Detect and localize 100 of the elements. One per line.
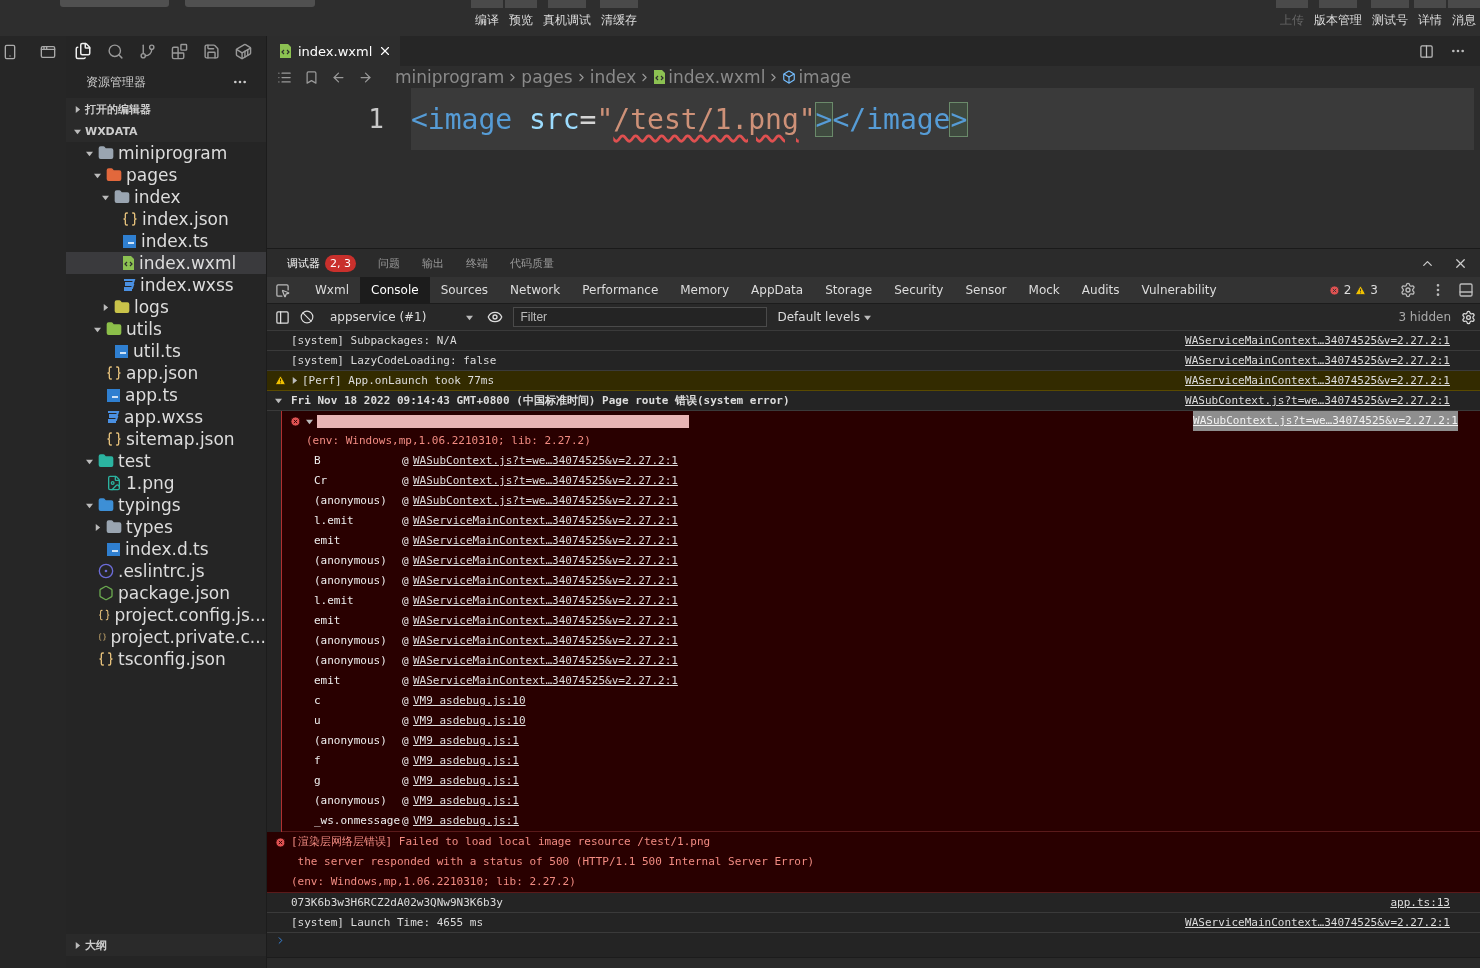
panel-tab[interactable]: 终端 (466, 255, 488, 271)
context-select[interactable]: appservice (#1) (324, 310, 478, 324)
files-icon[interactable] (74, 42, 92, 60)
expand-arrow-icon[interactable] (102, 193, 109, 201)
source-link[interactable]: WAServiceMainContext…34074525&v=2.27.2:1 (1185, 913, 1450, 932)
source-link[interactable]: WAServiceMainContext…34074525&v=2.27.2:1 (413, 611, 678, 631)
breadcrumb-item[interactable]: miniprogram (395, 67, 505, 87)
expand-arrow-icon[interactable] (94, 523, 101, 531)
source-link[interactable]: VM9 asdebug.js:1 (413, 811, 519, 831)
toolbar-button[interactable]: 预览 (505, 0, 537, 29)
breadcrumb-item[interactable]: pages (521, 67, 573, 87)
devtools-tab[interactable]: Audits (1070, 277, 1131, 303)
forward-icon[interactable] (358, 69, 373, 85)
panel-tab[interactable]: 调试器 2, 3 (287, 254, 356, 272)
expand-arrow-icon[interactable] (94, 325, 101, 333)
devtools-tab[interactable]: Performance (571, 277, 670, 303)
source-link[interactable]: WAServiceMainContext…34074525&v=2.27.2:1 (413, 551, 678, 571)
source-link[interactable]: VM9 asdebug.js:10 (413, 691, 526, 711)
sidebar-toggle-icon[interactable] (275, 309, 290, 325)
devtools-tab[interactable]: Console (360, 277, 430, 303)
container-icon[interactable] (235, 42, 252, 60)
file-item[interactable]: package.json (66, 582, 266, 604)
inspect-icon[interactable] (275, 282, 290, 298)
window-icon[interactable] (40, 44, 56, 60)
devtools-tab[interactable]: Wxml (304, 277, 360, 303)
folder-item[interactable]: miniprogram (66, 142, 266, 164)
panel-tab[interactable]: 问题 (378, 255, 400, 271)
devtools-tab[interactable]: Mock (1017, 277, 1071, 303)
clear-icon[interactable] (300, 310, 314, 324)
filter-field[interactable]: Filter (513, 307, 768, 327)
folder-item[interactable]: logs (66, 296, 266, 318)
caret-icon[interactable] (74, 105, 81, 113)
source-link[interactable]: VM9 asdebug.js:1 (413, 731, 519, 751)
devtools-tab[interactable]: Network (499, 277, 572, 303)
source-link[interactable]: WASubContext.js?t=we…34074525&v=2.27.2:1 (413, 491, 678, 511)
section-header[interactable]: 大纲 (66, 934, 266, 956)
toolbar-button[interactable]: 编译 (471, 0, 503, 29)
file-item[interactable]: tsconfig.json (66, 648, 266, 670)
devtools-tab[interactable]: Security (883, 277, 955, 303)
source-link[interactable]: VM9 asdebug.js:10 (413, 711, 526, 731)
caret-icon[interactable] (466, 313, 474, 321)
expand-arrow-icon[interactable] (102, 303, 109, 311)
breadcrumb-item[interactable]: index.wxml (668, 67, 766, 87)
source-link[interactable]: WAServiceMainContext…34074525&v=2.27.2:1 (413, 511, 678, 531)
toolbar-button[interactable]: 详情 (1414, 0, 1446, 29)
file-item[interactable]: index.wxss (66, 274, 266, 296)
breadcrumb-item[interactable]: image (798, 67, 852, 87)
section-header[interactable]: WXDATA (66, 120, 266, 142)
source-link[interactable]: WAServiceMainContext…34074525&v=2.27.2:1 (413, 671, 678, 691)
source-link[interactable]: WAServiceMainContext…34074525&v=2.27.2:1 (413, 591, 678, 611)
file-item[interactable]: index.ts (66, 230, 266, 252)
source-link[interactable]: WAServiceMainContext…34074525&v=2.27.2:1 (413, 651, 678, 671)
expand-arrow-icon[interactable] (291, 377, 298, 384)
toolbar-button[interactable]: 测试号 (1368, 0, 1412, 29)
file-item[interactable]: app.ts (66, 384, 266, 406)
breadcrumb-item[interactable]: index (589, 67, 637, 87)
file-item[interactable]: .eslintrc.js (66, 560, 266, 582)
folder-item[interactable]: pages (66, 164, 266, 186)
folder-item[interactable]: index (66, 186, 266, 208)
source-link[interactable]: WASubContext.js?t=we…34074525&v=2.27.2:1 (413, 471, 678, 491)
list-icon[interactable] (277, 69, 292, 85)
editor-tab[interactable]: index.wxml (267, 36, 401, 66)
expand-arrow-icon[interactable] (86, 501, 93, 509)
expand-arrow-icon[interactable] (86, 149, 93, 157)
source-link[interactable]: WAServiceMainContext…34074525&v=2.27.2:1 (413, 571, 678, 591)
panel-tab[interactable]: 输出 (422, 255, 444, 271)
source-link[interactable]: WAServiceMainContext…34074525&v=2.27.2:1 (1185, 371, 1450, 390)
source-link[interactable]: WAServiceMainContext…34074525&v=2.27.2:1 (413, 531, 678, 551)
file-item[interactable]: index.d.ts (66, 538, 266, 560)
source-link[interactable]: WAServiceMainContext…34074525&v=2.27.2:1 (1185, 331, 1450, 350)
source-link[interactable]: VM9 asdebug.js:1 (413, 791, 519, 811)
dropdown-field[interactable] (60, 0, 170, 7)
folder-item[interactable]: test (66, 450, 266, 472)
source-link[interactable]: WASubContext.js?t=we…34074525&v=2.27.2:1 (413, 451, 678, 471)
file-item[interactable]: 1.png (66, 472, 266, 494)
expand-arrow-icon[interactable] (306, 417, 313, 425)
devtools-tab[interactable]: AppData (740, 277, 815, 303)
file-item[interactable]: project.config.js... (66, 604, 266, 626)
devtools-tab[interactable]: Memory (669, 277, 741, 303)
source-link[interactable]: WAServiceMainContext…34074525&v=2.27.2:1 (413, 631, 678, 651)
devtools-tab[interactable]: Sources (429, 277, 500, 303)
source-link[interactable]: WAServiceMainContext…34074525&v=2.27.2:1 (1185, 351, 1450, 370)
save-icon[interactable] (203, 42, 220, 60)
section-header[interactable]: 打开的编辑器 (66, 98, 266, 120)
toolbar-button[interactable]: 消息 (1448, 0, 1480, 29)
settings-icon[interactable] (1400, 282, 1416, 298)
panel-tab[interactable]: 代码质量 (510, 255, 554, 271)
caret-icon[interactable] (74, 127, 81, 135)
dropdown-field[interactable] (185, 0, 315, 7)
file-item[interactable]: index.json (66, 208, 266, 230)
devtools-tab[interactable]: Sensor (954, 277, 1018, 303)
folder-item[interactable]: types (66, 516, 266, 538)
expand-arrow-icon[interactable] (86, 457, 93, 465)
file-item[interactable]: index.wxml (66, 252, 266, 274)
bookmark-icon[interactable] (304, 69, 319, 85)
folder-item[interactable]: utils (66, 318, 266, 340)
back-icon[interactable] (331, 69, 346, 85)
expand-arrow-icon[interactable] (275, 397, 282, 404)
devtools-tab[interactable]: Vulnerability (1130, 277, 1228, 303)
source-link[interactable]: WASubContext.js?t=we…34074525&v=2.27.2:1 (1185, 391, 1450, 410)
